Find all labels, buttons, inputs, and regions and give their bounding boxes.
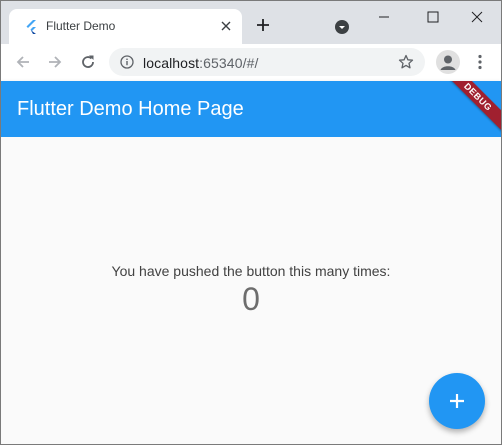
page-body: You have pushed the button this many tim… [1, 137, 501, 444]
flutter-logo-icon [26, 20, 36, 34]
address-bar[interactable]: localhost:65340/#/ [109, 48, 425, 76]
more-menu-icon[interactable] [471, 53, 489, 71]
close-tab-icon[interactable] [219, 19, 233, 33]
bookmark-star-icon[interactable] [398, 54, 414, 70]
app-bar: Flutter Demo Home Page DEBUG [1, 81, 501, 137]
tab-search-icon[interactable] [334, 19, 350, 35]
url-rest: :65340/#/ [199, 55, 259, 71]
new-tab-icon[interactable] [255, 17, 271, 33]
increment-button[interactable] [429, 373, 485, 429]
app-bar-title: Flutter Demo Home Page [17, 98, 244, 120]
add-icon [450, 394, 464, 408]
url-host: localhost [143, 55, 200, 71]
minimize-icon[interactable] [376, 9, 392, 25]
debug-banner: DEBUG [434, 81, 501, 137]
reload-icon[interactable] [79, 53, 97, 71]
back-arrow-icon[interactable] [14, 53, 32, 71]
tab-strip: Flutter Demo [1, 1, 501, 44]
close-window-icon[interactable] [469, 9, 485, 25]
counter-value: 0 [242, 281, 260, 317]
person-icon [440, 55, 456, 70]
tab-title: Flutter Demo [46, 19, 116, 33]
profile-avatar-icon[interactable] [436, 50, 460, 74]
browser-window: Flutter Demo localhost:65340/#/ Flutter … [0, 0, 502, 445]
forward-arrow-icon[interactable] [46, 53, 64, 71]
tab-flutter-demo[interactable]: Flutter Demo [9, 9, 242, 44]
counter-message: You have pushed the button this many tim… [111, 263, 391, 279]
browser-toolbar: localhost:65340/#/ [1, 44, 501, 81]
info-icon[interactable] [120, 55, 134, 69]
maximize-icon[interactable] [425, 9, 441, 25]
url-text[interactable]: localhost:65340/#/ [143, 55, 258, 71]
